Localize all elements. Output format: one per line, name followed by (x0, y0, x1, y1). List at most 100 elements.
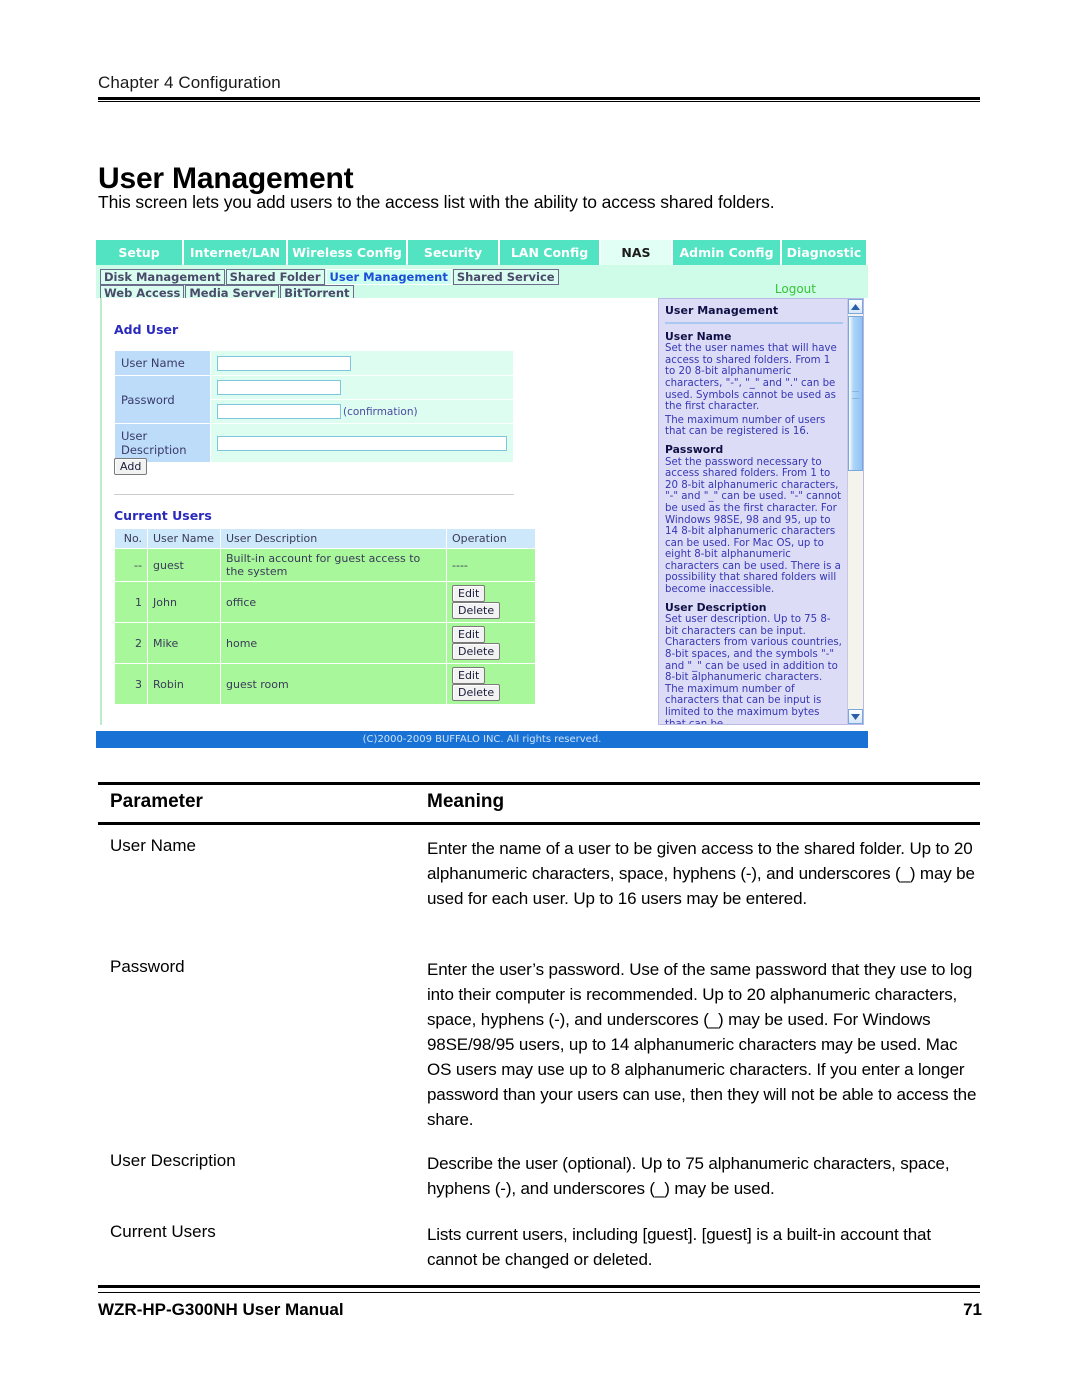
param-meaning: Describe the user (optional). Up to 75 a… (427, 1154, 950, 1198)
settings-pane: Add User User Name Password (confirmatio… (100, 298, 654, 725)
param-table-top-rule (98, 782, 980, 785)
param-name: User Description (110, 1151, 236, 1170)
help-panel-title: User Management (665, 304, 779, 317)
edit-button[interactable]: Edit (452, 626, 486, 643)
form-row-user-name: User Name (114, 350, 514, 376)
help-section-heading: User Name (665, 329, 732, 343)
table-row: 2 Mike home EditDelete (114, 622, 536, 664)
param-name: Current Users (110, 1222, 216, 1241)
copyright-bar: (C)2000-2009 BUFFALO INC. All rights res… (96, 731, 868, 748)
cell-name: guest (147, 548, 221, 582)
user-name-label: User Name (114, 350, 211, 376)
screenshot-body: Add User User Name Password (confirmatio… (96, 298, 868, 725)
main-tab-wireless-config[interactable]: Wireless Config (288, 240, 408, 265)
help-divider (665, 321, 843, 324)
chapter-header: Chapter 4 Configuration (98, 73, 281, 92)
help-section-body: Set the password necessary to access sha… (665, 456, 842, 596)
cell-description: Built-in account for guest access to the… (220, 548, 447, 582)
cell-operation: EditDelete (446, 663, 536, 705)
param-name: User Name (110, 836, 196, 855)
help-content: User Management User Name Set the user na… (659, 299, 849, 725)
users-column-header: Operation (446, 528, 536, 549)
help-scrollbar[interactable] (847, 299, 863, 724)
param-table-header-rule (98, 822, 980, 825)
table-header-row: No. User Name User Description Operation (114, 528, 536, 549)
edit-button[interactable]: Edit (452, 667, 486, 684)
sub-tab-row-1: Disk Management Shared Folder User Managem… (100, 266, 868, 285)
table-row: -- guest Built-in account for guest access… (114, 548, 536, 582)
cell-name: John (147, 581, 221, 623)
cell-no: 1 (114, 581, 148, 623)
cell-no: 3 (114, 663, 148, 705)
param-meaning: Enter the name of a user to be given acc… (427, 839, 975, 908)
main-tab-nas[interactable]: NAS (601, 240, 673, 265)
table-row: 3 Robin guest room EditDelete (114, 663, 536, 705)
manual-page: Chapter 4 Configuration User Management … (0, 0, 1080, 1397)
intro-paragraph: This screen lets you add users to the ac… (98, 192, 775, 212)
add-button[interactable]: Add (114, 458, 148, 475)
cell-operation: ---- (446, 548, 536, 582)
help-section-body: Set user description. Up to 75 8-bit cha… (665, 614, 842, 725)
cell-no: 2 (114, 622, 148, 664)
help-sections: User Name Set the user names that will ha… (665, 329, 843, 725)
delete-button[interactable]: Delete (452, 602, 501, 619)
scroll-up-icon[interactable] (848, 299, 863, 314)
user-name-input[interactable] (217, 355, 351, 371)
help-panel: User Management User Name Set the user na… (658, 298, 864, 725)
cell-operation: EditDelete (446, 622, 536, 664)
main-tab-setup[interactable]: Setup (96, 240, 184, 265)
cell-operation: EditDelete (446, 581, 536, 623)
main-tab-admin-config[interactable]: Admin Config (673, 240, 782, 265)
footer-page-number: 71 (963, 1300, 982, 1319)
footer-rule-thick (98, 1285, 980, 1288)
section-divider (114, 494, 514, 495)
user-description-input[interactable] (217, 435, 507, 451)
password-label: Password (114, 375, 211, 424)
sub-tab-bar: Disk Management Shared Folder User Managem… (96, 265, 868, 301)
cell-no: -- (114, 548, 148, 582)
current-users-table: No. User Name User Description Operation --… (114, 528, 536, 705)
main-tab-security[interactable]: Security (408, 240, 500, 265)
confirmation-note: (confirmation) (343, 406, 418, 418)
sub-tab-shared-service[interactable]: Shared Service (452, 269, 559, 285)
footer-rule-thin (98, 1292, 980, 1293)
main-tab-diagnostic[interactable]: Diagnostic (782, 240, 868, 265)
scroll-down-icon[interactable] (848, 709, 863, 724)
main-tab-lan-config[interactable]: LAN Config (500, 240, 601, 265)
param-meaning: Lists current users, including [guest]. … (427, 1225, 931, 1269)
edit-button[interactable]: Edit (452, 585, 486, 602)
meaning-column-header: Meaning (427, 791, 505, 812)
form-row-user-description: User Description (114, 423, 514, 463)
cell-description: home (220, 622, 447, 664)
main-tab-internet-lan[interactable]: Internet/LAN (184, 240, 288, 265)
add-user-heading: Add User (114, 322, 179, 337)
users-column-header: No. (114, 528, 148, 549)
help-section-heading: User Description (665, 600, 767, 614)
delete-button[interactable]: Delete (452, 684, 501, 701)
users-column-header: User Name (147, 528, 221, 549)
footer-manual-name: WZR-HP-G300NH User Manual (98, 1300, 344, 1319)
user-description-cell (210, 423, 514, 463)
current-users-tbody: -- guest Built-in account for guest access… (114, 548, 536, 705)
param-meaning: Enter the user’s password. Use of the sa… (427, 960, 977, 1129)
logout-link[interactable]: Logout (775, 282, 816, 296)
table-row: 1 John office EditDelete (114, 581, 536, 623)
help-section-body: The maximum number of users that can be … (665, 414, 826, 438)
add-user-form: User Name Password (confirmation) User D… (114, 350, 514, 463)
router-ui-screenshot: Setup Internet/LAN Wireless Config Security… (96, 240, 868, 748)
page-title: User Management (98, 162, 354, 196)
password-confirm-input[interactable] (217, 404, 341, 419)
current-users-thead: No. User Name User Description Operation (114, 528, 536, 549)
param-name: Password (110, 957, 185, 976)
user-description-label: User Description (114, 423, 211, 463)
delete-button[interactable]: Delete (452, 643, 501, 660)
users-column-header: User Description (220, 528, 447, 549)
scrollbar-thumb[interactable] (848, 316, 863, 471)
cell-description: office (220, 581, 447, 623)
help-section-heading: Password (665, 442, 724, 456)
cell-description: guest room (220, 663, 447, 705)
password-cell (210, 375, 514, 400)
current-users-heading: Current Users (114, 508, 212, 523)
form-row-password: Password (114, 375, 514, 424)
password-input[interactable] (217, 380, 341, 395)
